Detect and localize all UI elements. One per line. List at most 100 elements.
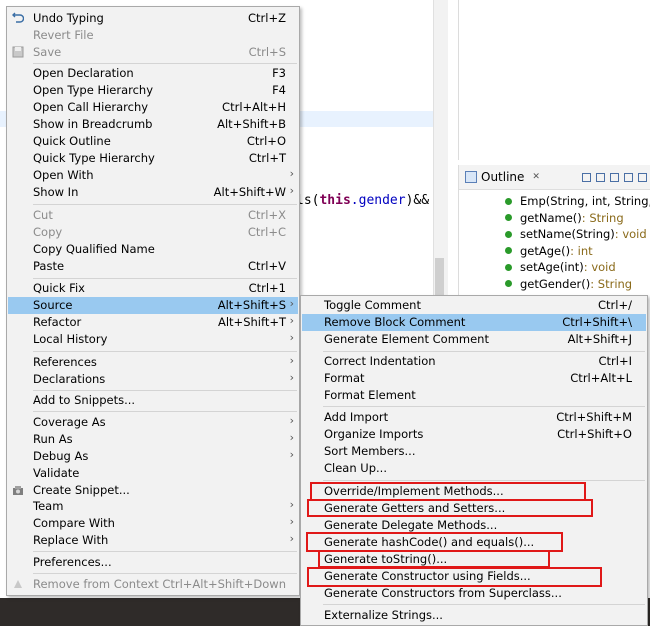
menu-item-generate-getters-setters[interactable]: Generate Getters and Setters... — [302, 500, 646, 517]
menu-item-create-snippet[interactable]: Create Snippet... — [8, 482, 298, 499]
outline-icon — [465, 171, 477, 183]
chevron-right-icon: › — [289, 297, 294, 310]
menu-item-coverage-as[interactable]: Coverage As › — [8, 414, 298, 431]
menu-item-override-implement-methods[interactable]: Override/Implement Methods... — [302, 483, 646, 500]
menu-item-format[interactable]: Format Ctrl+Alt+L — [302, 370, 646, 387]
menu-item-save[interactable]: Save Ctrl+S — [8, 44, 298, 61]
chevron-right-icon: › — [289, 354, 294, 367]
menu-item-declarations[interactable]: Declarations › — [8, 371, 298, 388]
outline-toolbar — [582, 172, 650, 182]
hide-static-icon[interactable] — [638, 172, 647, 182]
menu-item-correct-indentation[interactable]: Correct Indentation Ctrl+I — [302, 353, 646, 370]
menu-item-toggle-comment[interactable]: Toggle Comment Ctrl+/ — [302, 297, 646, 314]
menu-item-compare-with[interactable]: Compare With › — [8, 515, 298, 532]
chevron-right-icon: › — [289, 414, 294, 427]
outline-list: Emp(String, int, String, in getName() : … — [459, 190, 650, 292]
menu-item-generate-hashcode-equals[interactable]: Generate hashCode() and equals()... — [302, 534, 646, 551]
focus-icon[interactable] — [582, 172, 591, 182]
menu-item-copy-qualified-name[interactable]: Copy Qualified Name — [8, 241, 298, 258]
menu-item-cut[interactable]: Cut Ctrl+X — [8, 207, 298, 224]
chevron-right-icon: › — [289, 448, 294, 461]
menu-item-generate-tostring[interactable]: Generate toString()... — [302, 551, 646, 568]
menu-item-validate[interactable]: Validate — [8, 465, 298, 482]
menu-separator — [323, 351, 645, 352]
menu-item-quick-outline[interactable]: Quick Outline Ctrl+O — [8, 133, 298, 150]
menu-item-add-to-snippets[interactable]: Add to Snippets... — [8, 392, 298, 409]
menu-item-preferences[interactable]: Preferences... — [8, 554, 298, 571]
menu-separator — [33, 551, 297, 552]
menu-item-generate-constructor-fields[interactable]: Generate Constructor using Fields... — [302, 568, 646, 585]
chevron-right-icon: › — [289, 331, 294, 344]
method-public-icon — [505, 247, 512, 255]
menu-item-format-element[interactable]: Format Element — [302, 387, 646, 404]
menu-item-sort-members[interactable]: Sort Members... — [302, 443, 646, 460]
menu-item-references[interactable]: References › — [8, 354, 298, 371]
menu-item-open-declaration[interactable]: Open Declaration F3 — [8, 65, 298, 82]
sort-icon[interactable] — [610, 172, 619, 182]
menu-item-show-in-breadcrumb[interactable]: Show in Breadcrumb Alt+Shift+B — [8, 116, 298, 133]
method-public-icon — [505, 263, 512, 271]
outline-tab[interactable]: Outline ✕ — [465, 170, 540, 184]
chevron-right-icon: › — [289, 371, 294, 384]
chevron-right-icon: › — [289, 431, 294, 444]
menu-item-quick-type-hierarchy[interactable]: Quick Type Hierarchy Ctrl+T — [8, 150, 298, 167]
close-icon[interactable]: ✕ — [532, 172, 540, 182]
method-public-icon — [505, 280, 512, 288]
menu-separator — [33, 411, 297, 412]
menu-item-remove-from-context[interactable]: Remove from Context Ctrl+Alt+Shift+Down — [8, 576, 298, 593]
source-submenu: Toggle Comment Ctrl+/ Remove Block Commen… — [300, 295, 648, 626]
method-public-icon — [505, 214, 512, 222]
menu-separator — [323, 480, 645, 481]
outline-item[interactable]: getAge() : int — [459, 243, 650, 260]
menu-item-generate-delegate-methods[interactable]: Generate Delegate Methods... — [302, 517, 646, 534]
chevron-right-icon: › — [289, 167, 294, 180]
outline-item[interactable]: Emp(String, int, String, in — [459, 193, 650, 210]
menu-item-open-with[interactable]: Open With › — [8, 167, 298, 184]
menu-separator — [33, 204, 297, 205]
menu-separator — [33, 278, 297, 279]
method-public-icon — [505, 230, 512, 238]
outline-item[interactable]: setAge(int) : void — [459, 259, 650, 276]
menu-item-generate-constructors-superclass[interactable]: Generate Constructors from Superclass... — [302, 585, 646, 602]
menu-separator — [323, 604, 645, 605]
menu-item-replace-with[interactable]: Replace With › — [8, 532, 298, 549]
menu-item-open-type-hierarchy[interactable]: Open Type Hierarchy F4 — [8, 82, 298, 99]
code-line: ls(this.gender)&& — [296, 193, 430, 208]
context-icon — [12, 578, 24, 590]
menu-item-debug-as[interactable]: Debug As › — [8, 448, 298, 465]
menu-item-open-call-hierarchy[interactable]: Open Call Hierarchy Ctrl+Alt+H — [8, 99, 298, 116]
menu-item-generate-element-comment[interactable]: Generate Element Comment Alt+Shift+J — [302, 331, 646, 348]
menu-item-quick-fix[interactable]: Quick Fix Ctrl+1 — [8, 280, 298, 297]
outline-header: Outline ✕ — [459, 165, 650, 190]
right-pane — [458, 0, 650, 160]
save-icon — [12, 46, 24, 58]
menu-item-local-history[interactable]: Local History › — [8, 331, 298, 348]
outline-item[interactable]: getName() : String — [459, 210, 650, 227]
outline-item[interactable]: getGender() : String — [459, 276, 650, 293]
menu-item-refactor[interactable]: Refactor Alt+Shift+T › — [8, 314, 298, 331]
menu-item-revert-file[interactable]: Revert File — [8, 27, 298, 44]
menu-separator — [33, 63, 297, 64]
menu-item-source[interactable]: Source Alt+Shift+S › — [8, 297, 298, 314]
menu-item-undo-typing[interactable]: Undo Typing Ctrl+Z — [8, 10, 298, 27]
menu-item-team[interactable]: Team › — [8, 498, 298, 515]
menu-item-add-import[interactable]: Add Import Ctrl+Shift+M — [302, 409, 646, 426]
menu-item-copy[interactable]: Copy Ctrl+C — [8, 224, 298, 241]
hide-fields-icon[interactable] — [624, 172, 633, 182]
menu-item-show-in[interactable]: Show In Alt+Shift+W › — [8, 184, 298, 201]
menu-item-run-as[interactable]: Run As › — [8, 431, 298, 448]
menu-item-clean-up[interactable]: Clean Up... — [302, 460, 646, 477]
menu-item-remove-block-comment[interactable]: Remove Block Comment Ctrl+Shift+\ — [302, 314, 646, 331]
collapse-all-icon[interactable] — [596, 172, 605, 182]
menu-separator — [33, 573, 297, 574]
outline-view: Outline ✕ Emp(String, int, String, in ge… — [458, 165, 650, 300]
menu-item-paste[interactable]: Paste Ctrl+V — [8, 258, 298, 275]
menu-separator — [323, 406, 645, 407]
chevron-right-icon: › — [289, 515, 294, 528]
outline-item[interactable]: setName(String) : void — [459, 226, 650, 243]
context-menu: Undo Typing Ctrl+Z Revert File Save Ctrl+S… — [6, 6, 300, 596]
chevron-right-icon: › — [289, 498, 294, 511]
menu-item-externalize-strings[interactable]: Externalize Strings... — [302, 607, 646, 624]
chevron-right-icon: › — [289, 532, 294, 545]
menu-item-organize-imports[interactable]: Organize Imports Ctrl+Shift+O — [302, 426, 646, 443]
